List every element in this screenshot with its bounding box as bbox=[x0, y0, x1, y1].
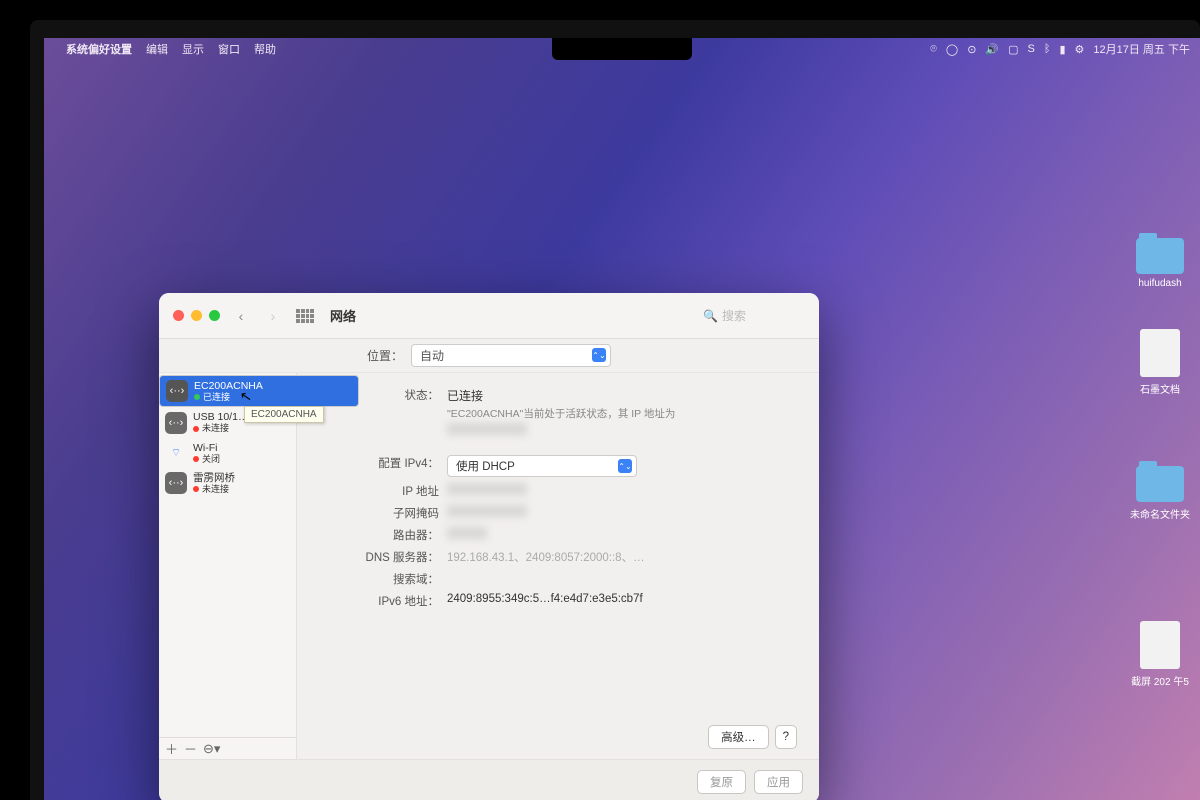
clock[interactable]: 12月17日 周五 下午 bbox=[1093, 41, 1190, 57]
control-center-icon[interactable]: ⚙ bbox=[1075, 43, 1085, 56]
location-row: 位置： 自动 ⌃⌄ bbox=[159, 339, 819, 373]
service-item-ec200acnha[interactable]: ‹··› EC200ACNHA已连接 EC200ACNHA bbox=[159, 375, 359, 407]
dns-value: 192.168.43.1、2409:8057:2000::8、… bbox=[447, 549, 801, 565]
menu-edit[interactable]: 编辑 bbox=[146, 41, 168, 57]
battery-icon[interactable]: ▮ bbox=[1059, 43, 1065, 56]
status-value: 已连接 bbox=[447, 387, 801, 404]
document-icon bbox=[1140, 329, 1180, 377]
sidebar-footer: ＋ － ⊖▾ bbox=[159, 737, 296, 759]
ipv4-config-label: 配置 IPv4： bbox=[297, 455, 447, 471]
zoom-button[interactable] bbox=[209, 310, 220, 321]
ipv4-config-select[interactable]: 使用 DHCP⌃⌄ bbox=[447, 455, 637, 477]
traffic-lights bbox=[173, 310, 220, 321]
add-service-button[interactable]: ＋ bbox=[165, 739, 178, 758]
redacted-value: x bbox=[447, 483, 527, 495]
desktop-icon[interactable]: 截屏 202 午5 bbox=[1131, 621, 1189, 688]
desktop-icon[interactable]: 未命名文件夹 bbox=[1130, 466, 1190, 521]
redacted-ip: xxx bbox=[447, 423, 527, 435]
window-titlebar: ‹ › 网络 🔍 搜索 bbox=[159, 293, 819, 339]
advanced-button[interactable]: 高级… bbox=[708, 725, 769, 749]
service-item-thunderbolt[interactable]: ‹··› 雷雳网桥未连接 bbox=[159, 468, 296, 498]
service-actions-button[interactable]: ⊖▾ bbox=[203, 741, 220, 757]
help-button[interactable]: ? bbox=[775, 725, 797, 749]
folder-icon bbox=[1136, 238, 1184, 274]
searchdomain-label: 搜索域： bbox=[297, 571, 447, 587]
status-dot-icon bbox=[193, 456, 199, 462]
screenshot-icon bbox=[1140, 621, 1180, 669]
status-dot-icon bbox=[193, 486, 199, 492]
status-description: "EC200ACNHA"当前处于活跃状态，其 IP 地址为 bbox=[447, 406, 801, 421]
folder-icon bbox=[1136, 466, 1184, 502]
ethernet-icon: ‹··› bbox=[166, 380, 188, 402]
show-all-button[interactable] bbox=[294, 306, 316, 326]
menu-view[interactable]: 显示 bbox=[182, 41, 204, 57]
app-menu[interactable]: 系统偏好设置 bbox=[66, 41, 132, 57]
redacted-value: x bbox=[447, 505, 527, 517]
ip-label: IP 地址 bbox=[297, 483, 447, 499]
sogou-icon[interactable]: S bbox=[1028, 43, 1035, 55]
remove-service-button[interactable]: － bbox=[184, 739, 197, 758]
apply-button[interactable]: 应用 bbox=[754, 770, 803, 794]
location-label: 位置： bbox=[367, 347, 403, 364]
status-dot-icon bbox=[193, 426, 199, 432]
location-select[interactable]: 自动 ⌃⌄ bbox=[411, 344, 611, 367]
status-icon[interactable]: ◯ bbox=[946, 43, 958, 56]
status-dot-icon bbox=[194, 394, 200, 400]
revert-button[interactable]: 复原 bbox=[697, 770, 746, 794]
menu-help[interactable]: 帮助 bbox=[254, 41, 276, 57]
search-field[interactable]: 🔍 搜索 bbox=[695, 304, 805, 327]
wechat-icon[interactable]: ⌾ bbox=[930, 43, 937, 56]
ethernet-icon: ‹··› bbox=[165, 472, 187, 494]
status-icon[interactable]: ⊙ bbox=[967, 43, 976, 56]
detail-pane: 状态： 已连接 "EC200ACNHA"当前处于活跃状态，其 IP 地址为 xx… bbox=[297, 373, 819, 759]
router-label: 路由器： bbox=[297, 527, 447, 543]
dns-label: DNS 服务器： bbox=[297, 549, 447, 565]
window-footer: 复原 应用 bbox=[159, 759, 819, 800]
volume-icon[interactable]: 🔊 bbox=[985, 43, 999, 56]
mask-label: 子网掩码 bbox=[297, 505, 447, 521]
menu-window[interactable]: 窗口 bbox=[218, 41, 240, 57]
bluetooth-icon[interactable]: ᛒ bbox=[1044, 43, 1051, 55]
menubar-status-area: ⌾ ◯ ⊙ 🔊 ▢ S ᛒ ▮ ⚙ 12月17日 周五 下午 bbox=[930, 41, 1190, 57]
service-sidebar: ‹··› EC200ACNHA已连接 EC200ACNHA ‹··› USB 1… bbox=[159, 373, 297, 759]
close-button[interactable] bbox=[173, 310, 184, 321]
ethernet-icon: ‹··› bbox=[165, 412, 187, 434]
desktop-icon[interactable]: 石墨文档 bbox=[1140, 329, 1180, 396]
display-icon[interactable]: ▢ bbox=[1008, 43, 1018, 56]
tooltip: EC200ACNHA bbox=[244, 406, 324, 423]
ipv6-value: 2409:8955:349c:5…f4:e4d7:e3e5:cb7f bbox=[447, 593, 801, 605]
desktop-icon[interactable]: huifudash bbox=[1136, 238, 1184, 289]
grid-icon bbox=[296, 309, 314, 323]
chevron-updown-icon: ⌃⌄ bbox=[592, 348, 606, 362]
display-notch bbox=[552, 38, 692, 60]
system-preferences-window: ‹ › 网络 🔍 搜索 位置： 自动 ⌃⌄ ‹··› EC200AC bbox=[159, 293, 819, 800]
window-title: 网络 bbox=[330, 306, 356, 325]
desktop-icons: huifudash 石墨文档 未命名文件夹 huifudas 截屏 202 午5 bbox=[1120, 238, 1200, 688]
back-button[interactable]: ‹ bbox=[230, 306, 252, 326]
service-item-wifi[interactable]: ⌔ Wi-Fi关闭 bbox=[159, 438, 296, 468]
ipv6-label: IPv6 地址： bbox=[297, 593, 447, 609]
forward-button[interactable]: › bbox=[262, 306, 284, 326]
chevron-updown-icon: ⌃⌄ bbox=[618, 459, 632, 473]
search-icon: 🔍 bbox=[703, 309, 718, 323]
redacted-value: x bbox=[447, 527, 487, 539]
wifi-icon: ⌔ bbox=[165, 442, 187, 464]
minimize-button[interactable] bbox=[191, 310, 202, 321]
